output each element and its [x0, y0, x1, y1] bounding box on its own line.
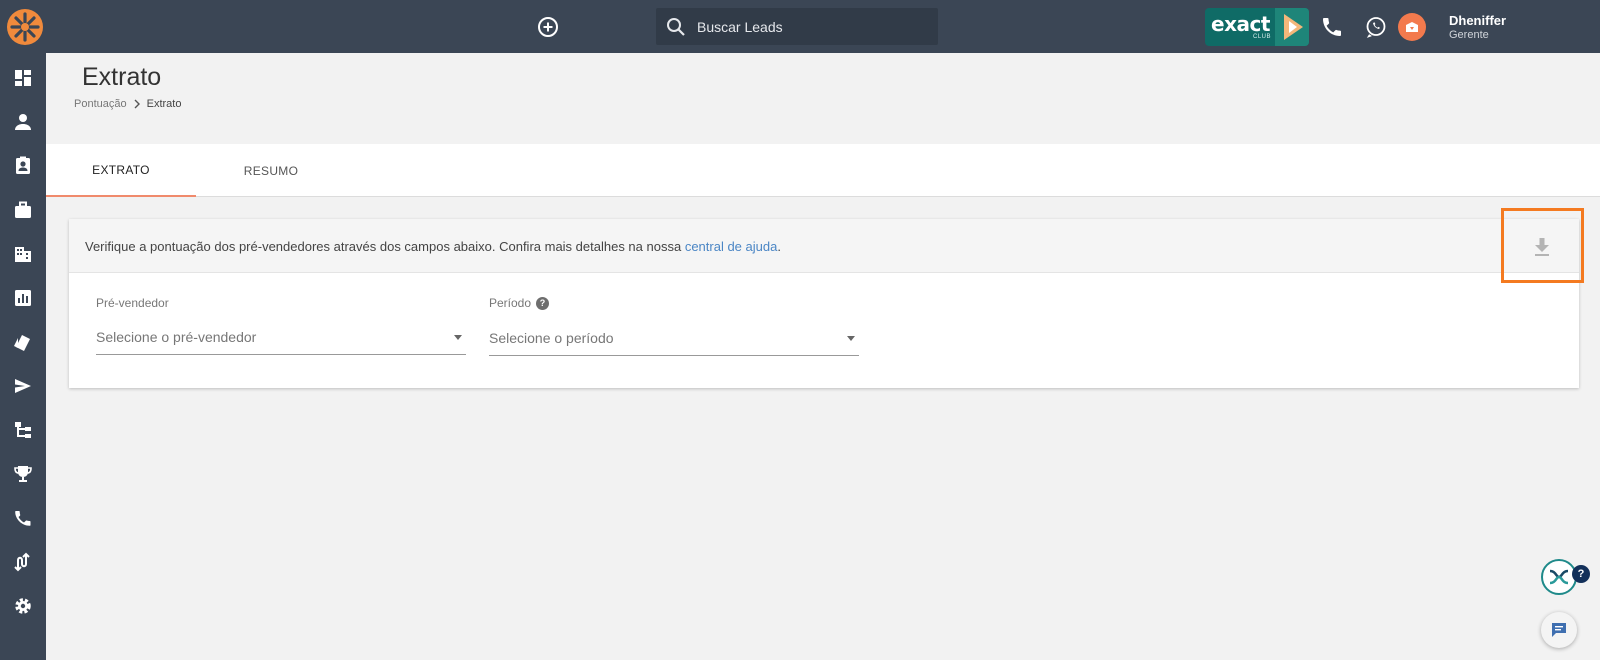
- page-title: Extrato: [82, 63, 162, 91]
- breadcrumb-current: Extrato: [146, 98, 182, 110]
- help-badge[interactable]: ?: [1572, 565, 1590, 583]
- exact-assistant-icon: [1549, 569, 1569, 585]
- exact-club-word: exact: [1211, 12, 1270, 36]
- breadcrumb-parent[interactable]: Pontuação: [74, 98, 127, 110]
- seller-label: Pré-vendedor: [96, 296, 169, 310]
- chat-icon: [1552, 623, 1566, 637]
- add-circle-icon[interactable]: [537, 16, 559, 38]
- help-center-link[interactable]: central de ajuda: [685, 239, 778, 254]
- avatar-icon: [1406, 22, 1418, 32]
- trophy-icon[interactable]: [13, 464, 33, 484]
- top-bar: exact CLUB Dheniffer Gerente: [0, 0, 1600, 53]
- period-select[interactable]: Selecione o período: [489, 330, 859, 356]
- extract-card: Verifique a pontuação dos pré-vendedores…: [69, 208, 1584, 388]
- exact-club-sub: CLUB: [1253, 34, 1272, 40]
- breadcrumb: Pontuação Extrato: [74, 98, 181, 110]
- bar-chart-icon[interactable]: [13, 288, 33, 308]
- info-text: Verifique a pontuação dos pré-vendedores…: [85, 239, 781, 254]
- search-box[interactable]: [656, 8, 938, 45]
- building-icon[interactable]: [13, 244, 33, 264]
- contact-card-icon[interactable]: [13, 156, 33, 176]
- help-icon[interactable]: ?: [536, 296, 550, 310]
- chevron-right-icon: [134, 99, 140, 109]
- info-bar: Verifique a pontuação dos pré-vendedores…: [69, 208, 1584, 283]
- period-select-placeholder: Selecione o período: [489, 330, 614, 346]
- person-icon[interactable]: [13, 112, 33, 132]
- dropdown-arrow-icon: [847, 336, 855, 341]
- chat-button[interactable]: [1541, 612, 1577, 648]
- user-avatar[interactable]: [1398, 13, 1426, 41]
- tab-extrato[interactable]: EXTRATO: [46, 144, 196, 197]
- phone-icon[interactable]: [13, 508, 33, 528]
- period-label: Período ?: [489, 296, 550, 310]
- whatsapp-icon[interactable]: [1364, 15, 1388, 39]
- dashboard-icon[interactable]: [13, 68, 33, 88]
- phone-icon[interactable]: [1320, 15, 1344, 39]
- search-icon: [667, 17, 685, 36]
- send-icon[interactable]: [13, 376, 33, 396]
- app-logo-icon[interactable]: [6, 8, 44, 46]
- seller-label-text: Pré-vendedor: [96, 296, 169, 310]
- tags-icon[interactable]: [13, 332, 33, 352]
- exact-club-button[interactable]: exact CLUB: [1205, 8, 1309, 46]
- seller-select-placeholder: Selecione o pré-vendedor: [96, 329, 257, 345]
- gear-icon[interactable]: [13, 596, 33, 616]
- dropdown-arrow-icon: [454, 335, 462, 340]
- exact-club-play-icon: [1275, 8, 1309, 46]
- download-icon: [1535, 238, 1549, 256]
- sidebar: [0, 53, 46, 660]
- period-label-text: Período: [489, 296, 532, 310]
- briefcase-icon[interactable]: [13, 200, 33, 220]
- search-input[interactable]: [697, 18, 927, 35]
- user-role: Gerente: [1449, 29, 1489, 41]
- tab-bar: EXTRATO RESUMO: [46, 144, 1600, 197]
- user-name[interactable]: Dheniffer: [1449, 13, 1506, 28]
- tab-resumo[interactable]: RESUMO: [196, 144, 346, 197]
- info-message: Verifique a pontuação dos pré-vendedores…: [85, 239, 685, 254]
- download-button[interactable]: [1501, 208, 1584, 283]
- hierarchy-icon[interactable]: [13, 420, 33, 440]
- flow-icon[interactable]: [13, 552, 33, 572]
- seller-select[interactable]: Selecione o pré-vendedor: [96, 329, 466, 355]
- info-suffix: .: [777, 239, 781, 254]
